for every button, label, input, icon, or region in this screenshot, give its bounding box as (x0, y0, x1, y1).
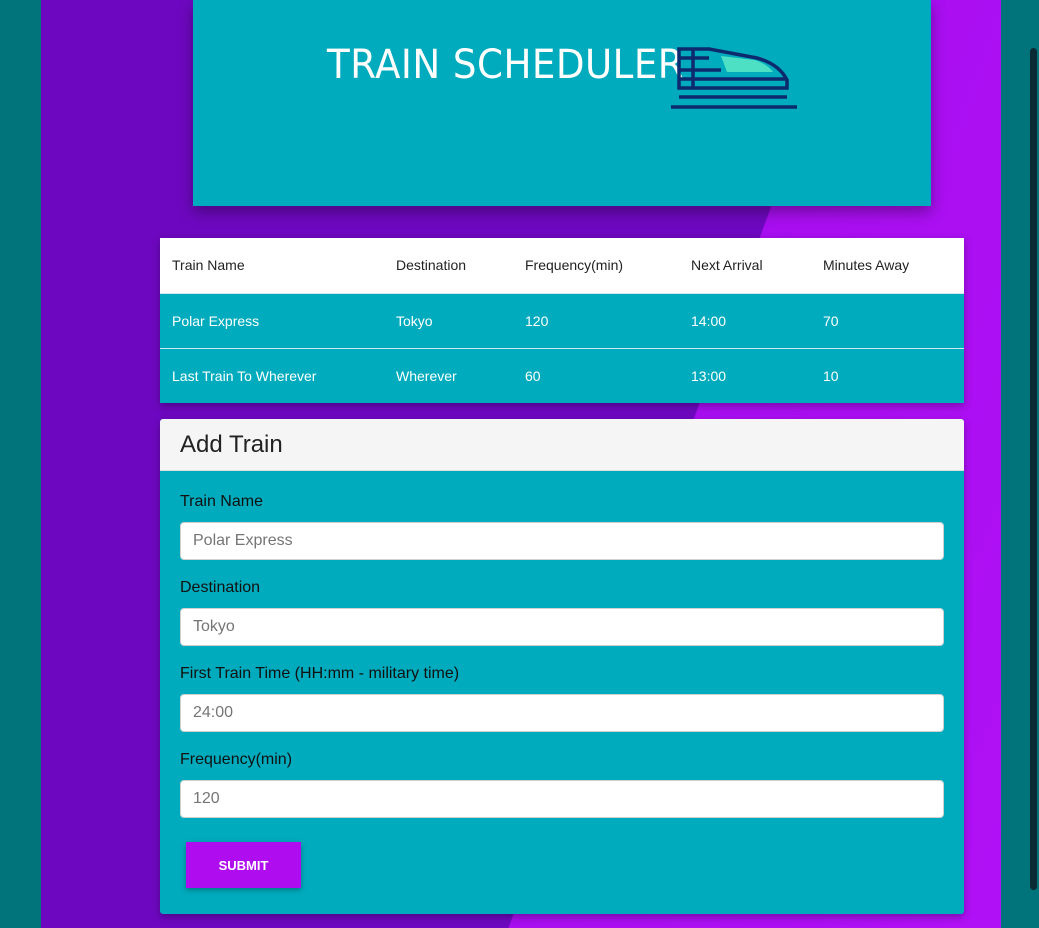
train-name-input[interactable] (180, 522, 944, 560)
page-title: TRAIN SCHEDULER (327, 42, 685, 88)
table-cell: 60 (525, 367, 541, 384)
frequency-label: Frequency(min) (180, 751, 293, 768)
table-cell: Polar Express (172, 312, 260, 329)
table-cell: 13:00 (691, 367, 727, 384)
train-name-label: Train Name (180, 493, 263, 510)
train-schedule-table: Train Name Destination Frequency(min) Ne… (160, 238, 964, 403)
submit-button[interactable]: SUBMIT (186, 842, 301, 888)
table-header-row: Train Name Destination Frequency(min) Ne… (160, 238, 964, 293)
destination-input[interactable] (180, 608, 944, 646)
column-header: Minutes Away (823, 257, 910, 274)
table-cell: 10 (823, 367, 839, 384)
destination-field: Destination (180, 579, 944, 646)
table-cell: Tokyo (396, 312, 433, 329)
first-train-time-label: First Train Time (HH:mm - military time) (180, 665, 460, 682)
add-train-form: Add Train Train Name Destination First T… (160, 419, 964, 914)
table-cell: 120 (525, 312, 549, 329)
first-train-time-input[interactable] (180, 694, 944, 732)
column-header: Next Arrival (691, 257, 763, 274)
table-cell: 70 (823, 312, 839, 329)
frequency-input[interactable] (180, 780, 944, 818)
column-header: Destination (396, 257, 467, 274)
header-banner: TRAIN SCHEDULER (193, 0, 931, 206)
page-background: TRAIN SCHEDULER Train Name Destination F… (41, 0, 1001, 928)
column-header: Frequency(min) (525, 257, 624, 274)
train-name-field: Train Name (180, 493, 944, 560)
bullet-train-icon (669, 44, 799, 117)
scrollbar-thumb[interactable] (1030, 48, 1037, 890)
bullet-train-svg (671, 47, 797, 109)
table-row: Polar Express Tokyo 120 14:00 70 (160, 293, 964, 348)
form-title: Add Train (160, 419, 964, 471)
destination-label: Destination (180, 579, 261, 596)
table-cell: 14:00 (691, 312, 727, 329)
table-cell: Last Train To Wherever (172, 367, 317, 384)
table-cell: Wherever (396, 367, 457, 384)
scrollbar[interactable] (1001, 0, 1039, 928)
table-row: Last Train To Wherever Wherever 60 13:00… (160, 348, 964, 403)
frequency-field: Frequency(min) (180, 751, 944, 818)
column-header: Train Name (172, 257, 245, 274)
first-train-time-field: First Train Time (HH:mm - military time) (180, 665, 944, 732)
